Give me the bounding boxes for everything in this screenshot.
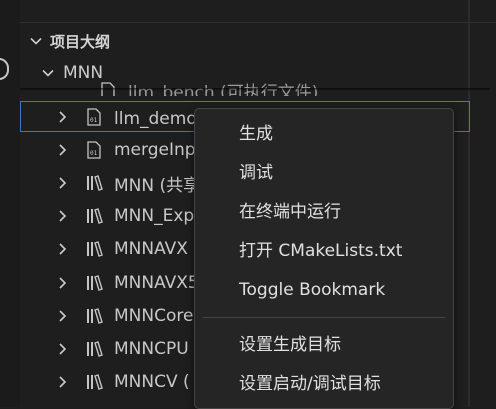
executable-icon: 01	[86, 141, 102, 159]
menu-item-run-in-terminal[interactable]: 在终端中运行	[239, 199, 341, 225]
svg-text:01: 01	[90, 150, 98, 157]
menu-item-open-cmakelists[interactable]: 打开 CMakeLists.txt	[239, 238, 402, 264]
tree-row-label: llm_bench (可执行文件)	[128, 83, 319, 96]
menu-item-set-build-target[interactable]: 设置生成目标	[239, 332, 341, 358]
library-icon	[86, 240, 103, 258]
library-icon	[86, 174, 103, 192]
tree-row-label: MNNCore	[114, 306, 194, 326]
outline-section-header[interactable]: 项目大纲	[28, 30, 110, 52]
divider	[20, 22, 496, 23]
chevron-right-icon[interactable]	[54, 208, 70, 224]
activity-icon	[0, 58, 9, 80]
svg-text:01: 01	[90, 117, 98, 124]
section-title: 项目大纲	[50, 32, 111, 51]
library-icon	[86, 307, 103, 325]
chevron-right-icon[interactable]	[54, 241, 70, 257]
activity-bar-edge	[0, 0, 20, 407]
chevron-right-icon[interactable]	[54, 109, 70, 125]
menu-item-build[interactable]: 生成	[239, 121, 273, 147]
executable-icon: 01	[86, 107, 102, 126]
menu-item-toggle-bookmark[interactable]: Toggle Bookmark	[239, 277, 385, 303]
tree-row-label: MNNCPU	[114, 339, 189, 359]
library-icon	[86, 340, 103, 358]
chevron-right-icon[interactable]	[54, 308, 70, 324]
context-menu: 生成 调试 在终端中运行 打开 CMakeLists.txt Toggle Bo…	[194, 108, 454, 409]
chevron-down-icon	[28, 33, 44, 49]
library-icon	[86, 373, 103, 391]
menu-separator	[203, 317, 445, 318]
menu-item-set-launch-target[interactable]: 设置启动/调试目标	[239, 371, 381, 397]
library-icon	[86, 207, 103, 225]
tree-row-label: MNNAVX	[114, 239, 188, 259]
chevron-right-icon[interactable]	[54, 142, 70, 158]
chevron-right-icon[interactable]	[54, 275, 70, 291]
chevron-right-icon[interactable]	[54, 175, 70, 191]
library-icon	[86, 274, 103, 292]
menu-item-debug[interactable]: 调试	[239, 160, 273, 186]
tree-row-partial[interactable]: llm_bench (可执行文件)	[20, 76, 470, 96]
tree-row-label: MNNCV (	[114, 372, 190, 392]
scroll-shadow	[20, 88, 490, 91]
chevron-right-icon[interactable]	[54, 341, 70, 357]
chevron-right-icon[interactable]	[54, 374, 70, 390]
